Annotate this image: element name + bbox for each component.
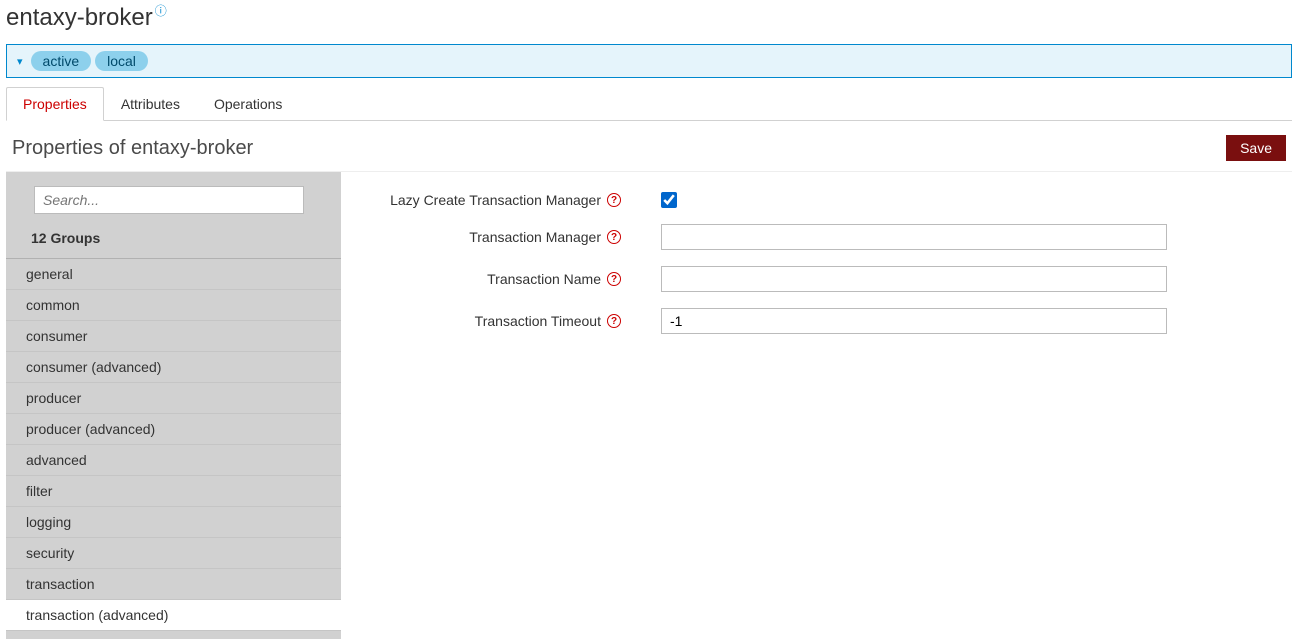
sidebar-item-logging[interactable]: logging [6, 507, 341, 538]
search-input[interactable] [34, 186, 304, 214]
sidebar-item-filter[interactable]: filter [6, 476, 341, 507]
page-title-text: entaxy-broker [6, 4, 153, 32]
input-transaction-timeout[interactable] [661, 308, 1167, 334]
chevron-down-icon[interactable]: ▾ [17, 55, 23, 68]
sidebar-item-security[interactable]: security [6, 538, 341, 569]
input-lazy-create-transaction-manager[interactable] [661, 192, 677, 208]
sidebar-item-general[interactable]: general [6, 259, 341, 290]
label-transaction-timeout: Transaction Timeout? [361, 313, 621, 329]
label-text-transaction-name: Transaction Name [487, 271, 601, 287]
groups-count-label: 12 Groups [6, 222, 341, 259]
sidebar-item-common[interactable]: common [6, 290, 341, 321]
sidebar-item-consumer-advanced-[interactable]: consumer (advanced) [6, 352, 341, 383]
label-text-transaction-timeout: Transaction Timeout [475, 313, 601, 329]
sidebar-item-producer[interactable]: producer [6, 383, 341, 414]
tag-local[interactable]: local [95, 51, 148, 71]
control-wrap-transaction-timeout [661, 308, 1167, 334]
control-wrap-transaction-manager [661, 224, 1167, 250]
page-title: entaxy-broker ⓘ [6, 4, 167, 32]
label-text-transaction-manager: Transaction Manager [469, 229, 601, 245]
input-transaction-manager[interactable] [661, 224, 1167, 250]
label-transaction-name: Transaction Name? [361, 271, 621, 287]
tab-attributes[interactable]: Attributes [104, 87, 197, 121]
help-icon[interactable]: ? [607, 272, 621, 286]
form-area: Lazy Create Transaction Manager?Transact… [341, 172, 1292, 631]
tags-bar: ▾ activelocal [6, 44, 1292, 78]
label-text-lazy-create-transaction-manager: Lazy Create Transaction Manager [390, 192, 601, 208]
sidebar-item-transaction[interactable]: transaction [6, 569, 341, 600]
sidebar-item-transaction-advanced-[interactable]: transaction (advanced) [6, 600, 341, 631]
sidebar-item-consumer[interactable]: consumer [6, 321, 341, 352]
form-row-transaction-manager: Transaction Manager? [361, 224, 1282, 250]
label-transaction-manager: Transaction Manager? [361, 229, 621, 245]
control-wrap-transaction-name [661, 266, 1167, 292]
tab-operations[interactable]: Operations [197, 87, 299, 121]
input-transaction-name[interactable] [661, 266, 1167, 292]
sidebar-scrollbar[interactable] [6, 631, 341, 639]
help-icon[interactable]: ? [607, 193, 621, 207]
form-row-transaction-timeout: Transaction Timeout? [361, 308, 1282, 334]
sidebar: 12 Groups generalcommonconsumerconsumer … [6, 172, 341, 631]
save-button[interactable]: Save [1226, 135, 1286, 161]
tabs: PropertiesAttributesOperations [6, 86, 1292, 121]
label-lazy-create-transaction-manager: Lazy Create Transaction Manager? [361, 192, 621, 208]
tag-active[interactable]: active [31, 51, 92, 71]
form-row-transaction-name: Transaction Name? [361, 266, 1282, 292]
content-title: Properties of entaxy-broker [12, 137, 253, 160]
form-row-lazy-create-transaction-manager: Lazy Create Transaction Manager? [361, 192, 1282, 208]
sidebar-item-producer-advanced-[interactable]: producer (advanced) [6, 414, 341, 445]
help-icon[interactable]: ? [607, 314, 621, 328]
tab-properties[interactable]: Properties [6, 87, 104, 121]
group-list: generalcommonconsumerconsumer (advanced)… [6, 259, 341, 631]
sidebar-item-advanced[interactable]: advanced [6, 445, 341, 476]
info-icon[interactable]: ⓘ [155, 2, 167, 19]
help-icon[interactable]: ? [607, 230, 621, 244]
